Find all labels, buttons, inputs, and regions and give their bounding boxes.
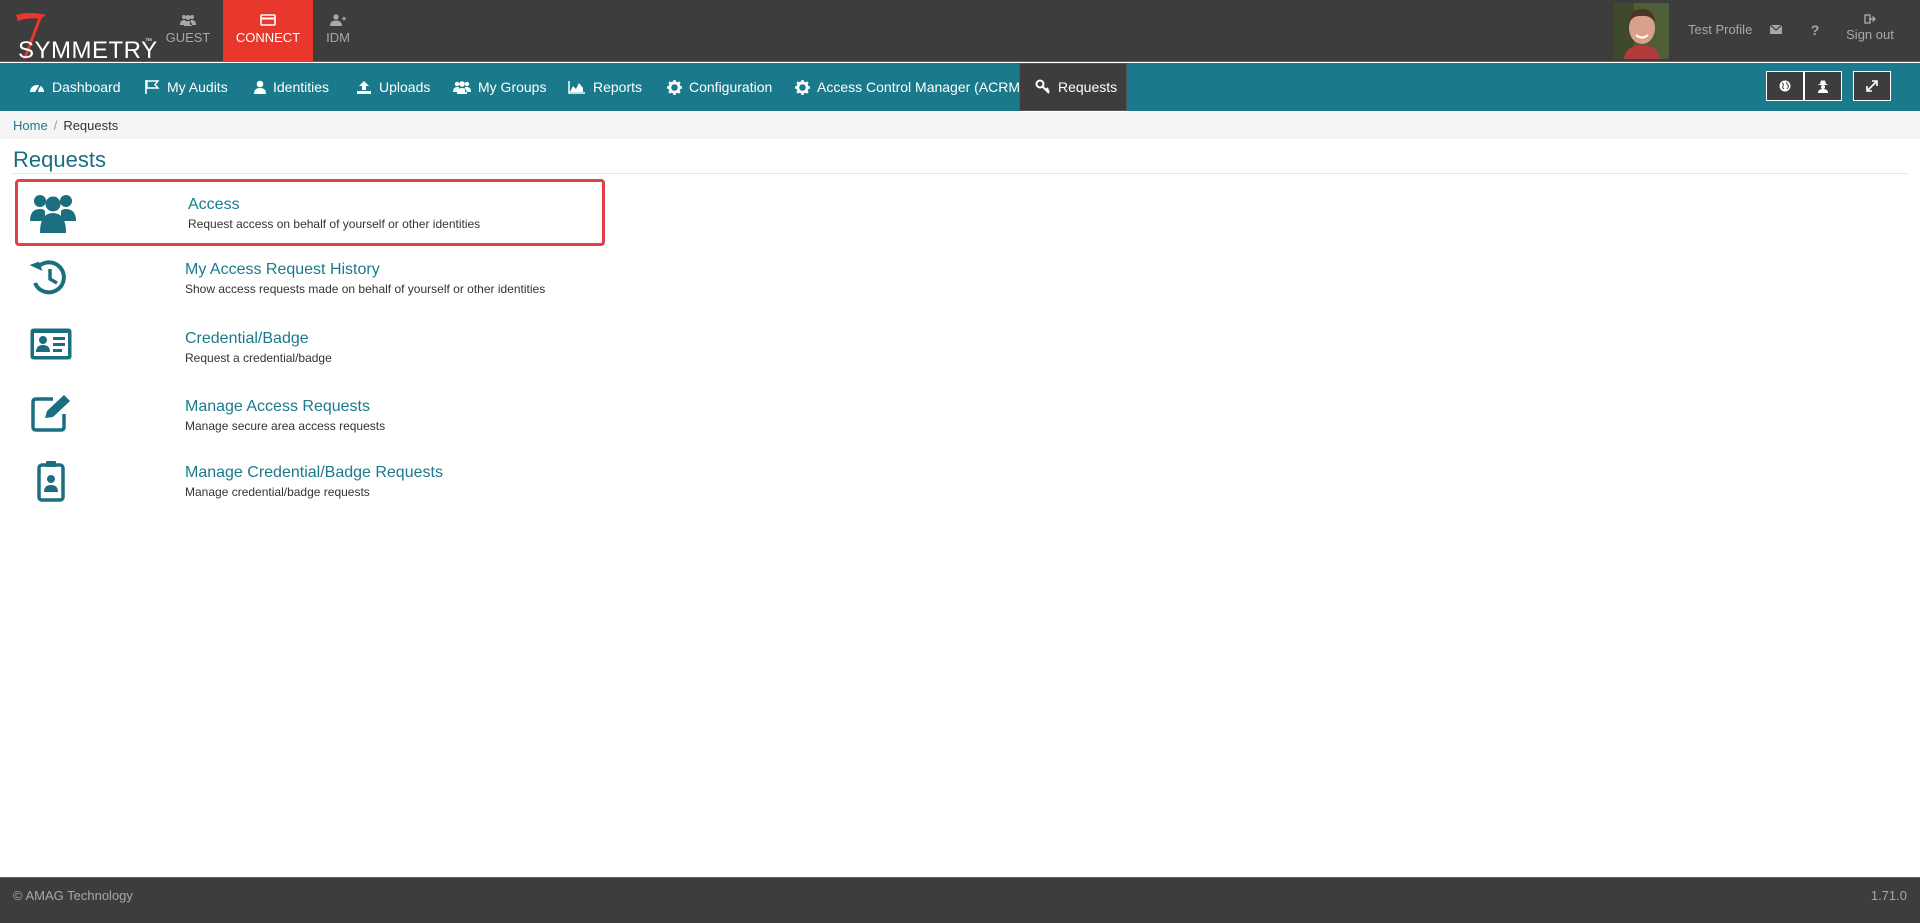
- gear-icon: [795, 79, 810, 95]
- nav-requests[interactable]: Requests: [1019, 63, 1127, 111]
- globe-icon: [1779, 80, 1791, 92]
- symmetry-logo[interactable]: SYMMETRY ™: [6, 5, 157, 64]
- top-bar: SYMMETRY ™ GUEST CONNECT IDM Test Profil…: [0, 0, 1920, 64]
- history-icon: [30, 260, 66, 295]
- app-tab-label: IDM: [326, 30, 350, 45]
- nav-configuration[interactable]: Configuration: [667, 63, 772, 111]
- nav-identities[interactable]: Identities: [254, 63, 329, 111]
- card-icon: [260, 14, 276, 26]
- envelope-icon[interactable]: [1768, 22, 1784, 38]
- avatar[interactable]: [1614, 3, 1669, 59]
- logo-text: SYMMETRY: [18, 37, 158, 64]
- app-tab-guest[interactable]: GUEST: [143, 0, 233, 62]
- users-icon: [453, 81, 471, 94]
- nav-label: Identities: [273, 79, 330, 95]
- sign-out-label: Sign out: [1846, 27, 1894, 42]
- user-secret-icon: [1818, 80, 1828, 93]
- nav-dashboard[interactable]: Dashboard: [29, 63, 121, 111]
- breadcrumb: Home / Requests: [0, 112, 1920, 139]
- footer: © AMAG Technology 1.71.0: [0, 877, 1920, 923]
- dashboard-icon: [30, 84, 44, 93]
- title-divider: [13, 173, 1907, 174]
- expand-icon: [1866, 80, 1878, 92]
- request-item-manage-access[interactable]: Manage Access Requests Manage secure are…: [15, 385, 605, 452]
- nav-label: Requests: [1058, 79, 1118, 95]
- breadcrumb-current: Requests: [63, 118, 119, 133]
- nav-label: Access Control Manager (ACRM): [817, 79, 1025, 95]
- nav-label: Configuration: [689, 79, 773, 95]
- fullscreen-button[interactable]: [1853, 71, 1891, 101]
- area-chart-icon: [568, 81, 585, 94]
- app-tab-label: GUEST: [165, 30, 211, 45]
- user-icon: [254, 80, 266, 94]
- nav-acrm[interactable]: Access Control Manager (ACRM): [795, 63, 1025, 111]
- page-title: Requests: [13, 147, 106, 172]
- user-plus-icon: [330, 14, 346, 26]
- request-item-access[interactable]: Access Request access on behalf of yours…: [15, 179, 605, 246]
- nav-uploads[interactable]: Uploads: [356, 63, 430, 111]
- nav-my-groups[interactable]: My Groups: [453, 63, 546, 111]
- sign-out-button[interactable]: Sign out: [1842, 14, 1898, 42]
- flag-icon: [145, 80, 160, 94]
- request-title[interactable]: Manage Credential/Badge Requests: [185, 464, 443, 482]
- footer-copyright: © AMAG Technology: [13, 888, 133, 903]
- gear-icon: [667, 79, 682, 95]
- request-description: Request a credential/badge: [185, 351, 332, 365]
- footer-version: 1.71.0: [1870, 888, 1907, 903]
- nav-reports[interactable]: Reports: [568, 63, 642, 111]
- nav-label: My Audits: [167, 79, 228, 95]
- request-item-history[interactable]: My Access Request History Show access re…: [15, 249, 605, 316]
- request-title[interactable]: My Access Request History: [185, 261, 380, 279]
- nav-label: Dashboard: [52, 79, 121, 95]
- help-icon[interactable]: ?: [1807, 22, 1823, 38]
- request-description: Manage credential/badge requests: [185, 485, 370, 499]
- request-title[interactable]: Access: [188, 196, 240, 214]
- breadcrumb-separator: /: [53, 118, 58, 133]
- request-title[interactable]: Manage Access Requests: [185, 398, 370, 416]
- badge-icon: [37, 461, 65, 502]
- request-description: Request access on behalf of yourself or …: [188, 217, 481, 231]
- user-secret-button[interactable]: [1804, 71, 1842, 101]
- id-card-icon: [30, 328, 72, 360]
- app-tab-idm[interactable]: IDM: [293, 0, 383, 62]
- main-nav: Dashboard My Audits Identities Uploads M…: [0, 63, 1920, 111]
- upload-icon: [357, 81, 371, 94]
- request-description: Manage secure area access requests: [185, 419, 386, 433]
- request-item-manage-credential-badge[interactable]: Manage Credential/Badge Requests Manage …: [15, 452, 605, 519]
- sign-out-icon: [1864, 14, 1876, 24]
- edit-icon: [31, 395, 70, 432]
- nav-label: Reports: [593, 79, 643, 95]
- nav-label: My Groups: [478, 79, 547, 95]
- profile-name[interactable]: Test Profile: [1688, 22, 1752, 37]
- avatar-photo: [1614, 3, 1669, 59]
- key-icon: [1035, 79, 1050, 94]
- globe-button[interactable]: [1766, 71, 1804, 101]
- breadcrumb-home[interactable]: Home: [13, 118, 48, 133]
- nav-label: Uploads: [379, 79, 431, 95]
- request-description: Show access requests made on behalf of y…: [185, 282, 546, 296]
- request-title[interactable]: Credential/Badge: [185, 330, 309, 348]
- nav-my-audits[interactable]: My Audits: [144, 63, 228, 111]
- users-icon: [180, 15, 196, 26]
- request-item-credential-badge[interactable]: Credential/Badge Request a credential/ba…: [15, 317, 605, 384]
- users-icon: [30, 195, 76, 233]
